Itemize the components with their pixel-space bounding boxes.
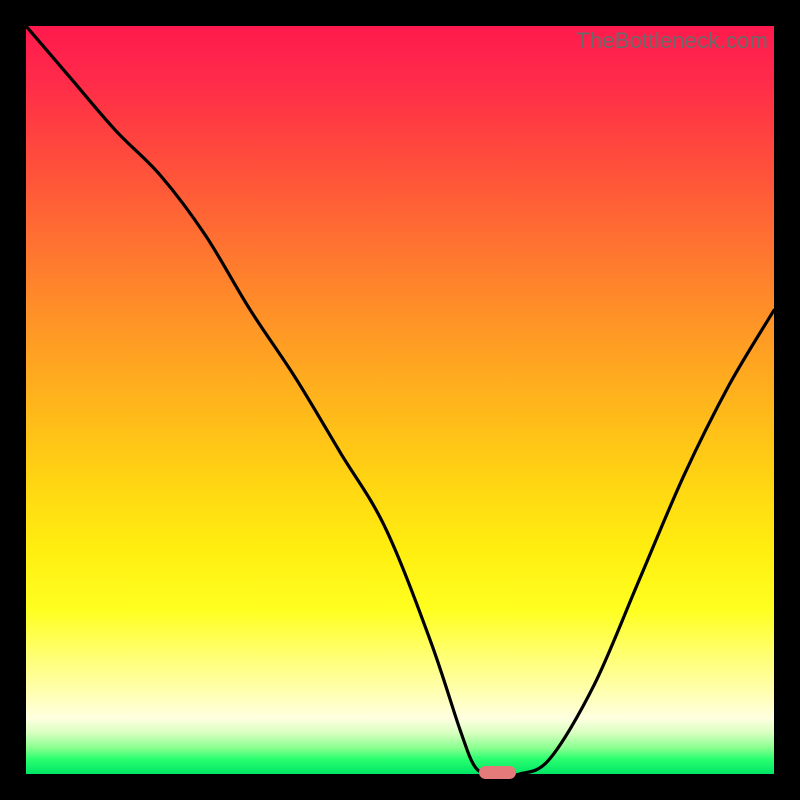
plot-area: TheBottleneck.com [26,26,774,774]
watermark-text: TheBottleneck.com [576,28,768,54]
chart-frame: TheBottleneck.com [0,0,800,800]
optimum-marker [479,766,516,779]
bottleneck-curve [26,26,774,774]
